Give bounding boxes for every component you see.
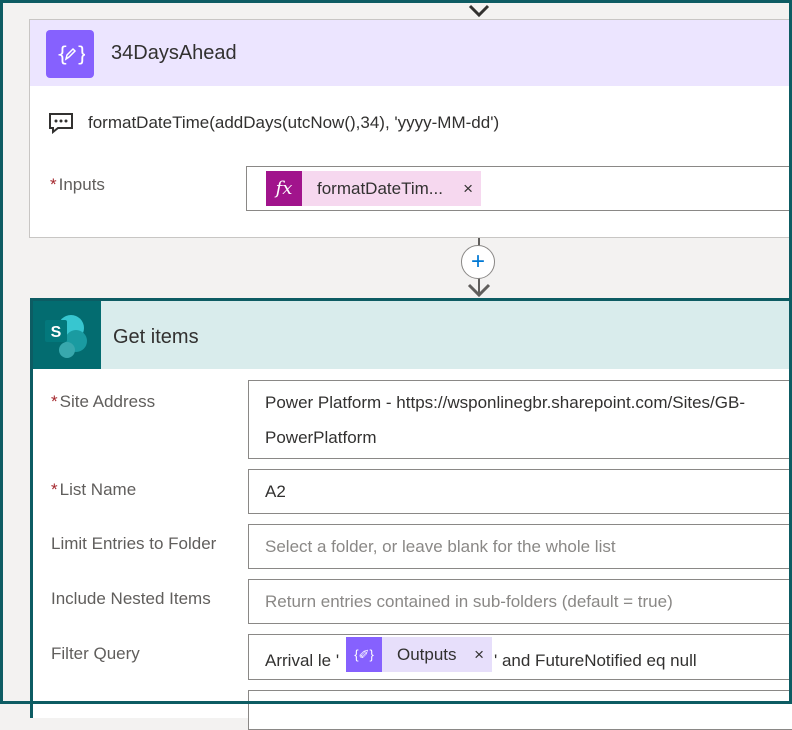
connector-arrow-icon (467, 283, 491, 298)
filter-query-label: Filter Query (51, 644, 140, 663)
comment-icon (49, 113, 73, 134)
get-items-card-header[interactable]: S Get items (33, 301, 792, 369)
variable-icon: {✐} (346, 637, 382, 672)
site-address-field[interactable]: Power Platform - https://wsponlinegbr.sh… (248, 380, 792, 459)
svg-text:{: { (56, 42, 69, 66)
sharepoint-icon: S (33, 301, 101, 369)
connector-arrow-icon (468, 4, 490, 18)
nested-items-label: Include Nested Items (51, 589, 211, 608)
next-field[interactable] (248, 690, 792, 730)
expression-token[interactable]: fx formatDateTim... × (266, 171, 481, 206)
remove-token-button[interactable]: × (474, 645, 484, 665)
filter-query-prefix: Arrival le ' (265, 651, 340, 670)
remove-token-button[interactable]: × (463, 179, 473, 199)
list-name-label: * List Name (51, 480, 137, 499)
sharepoint-icon-letter: S (51, 324, 62, 341)
site-address-value: Power Platform - https://wsponlinegbr.sh… (265, 393, 745, 447)
expression-token-label: formatDateTim... (317, 178, 443, 198)
compose-action-card[interactable]: { } 34DaysAhead formatDateTime(addDays(u… (29, 19, 792, 238)
limit-folder-placeholder: Select a folder, or leave blank for the … (265, 537, 616, 556)
inputs-field[interactable]: fx formatDateTim... × (246, 166, 792, 211)
comment-text: formatDateTime(addDays(utcNow(),34), 'yy… (88, 113, 500, 132)
get-items-action-card[interactable]: S Get items * Site Address Power Platform… (30, 298, 792, 730)
svg-text:}: } (76, 42, 85, 66)
limit-folder-field[interactable]: Select a folder, or leave blank for the … (248, 524, 792, 569)
site-address-label: * Site Address (51, 392, 156, 411)
list-name-field[interactable]: A2 (248, 469, 792, 514)
get-items-title[interactable]: Get items (113, 326, 199, 349)
inputs-label: * Inputs (50, 175, 105, 194)
fx-icon: fx (266, 171, 302, 206)
required-marker: * (50, 175, 57, 194)
list-name-value: A2 (265, 482, 286, 501)
compose-title[interactable]: 34DaysAhead (111, 42, 237, 65)
nested-items-placeholder: Return entries contained in sub-folders … (265, 592, 673, 611)
outputs-token-label: Outputs (397, 644, 457, 664)
filter-query-field[interactable]: Arrival le ' {✐} Outputs × ' and FutureN… (248, 634, 792, 680)
nested-items-field[interactable]: Return entries contained in sub-folders … (248, 579, 792, 624)
compose-card-header[interactable]: { } 34DaysAhead (30, 20, 792, 86)
compose-card-body: formatDateTime(addDays(utcNow(),34), 'yy… (30, 86, 792, 237)
outputs-token[interactable]: {✐} Outputs × (346, 637, 492, 672)
variable-icon: { } (46, 30, 94, 78)
limit-folder-label: Limit Entries to Folder (51, 534, 217, 553)
insert-step-button[interactable]: + (461, 245, 495, 279)
compose-comment: formatDateTime(addDays(utcNow(),34), 'yy… (48, 112, 499, 134)
filter-query-suffix: ' and FutureNotified eq null (494, 651, 697, 670)
